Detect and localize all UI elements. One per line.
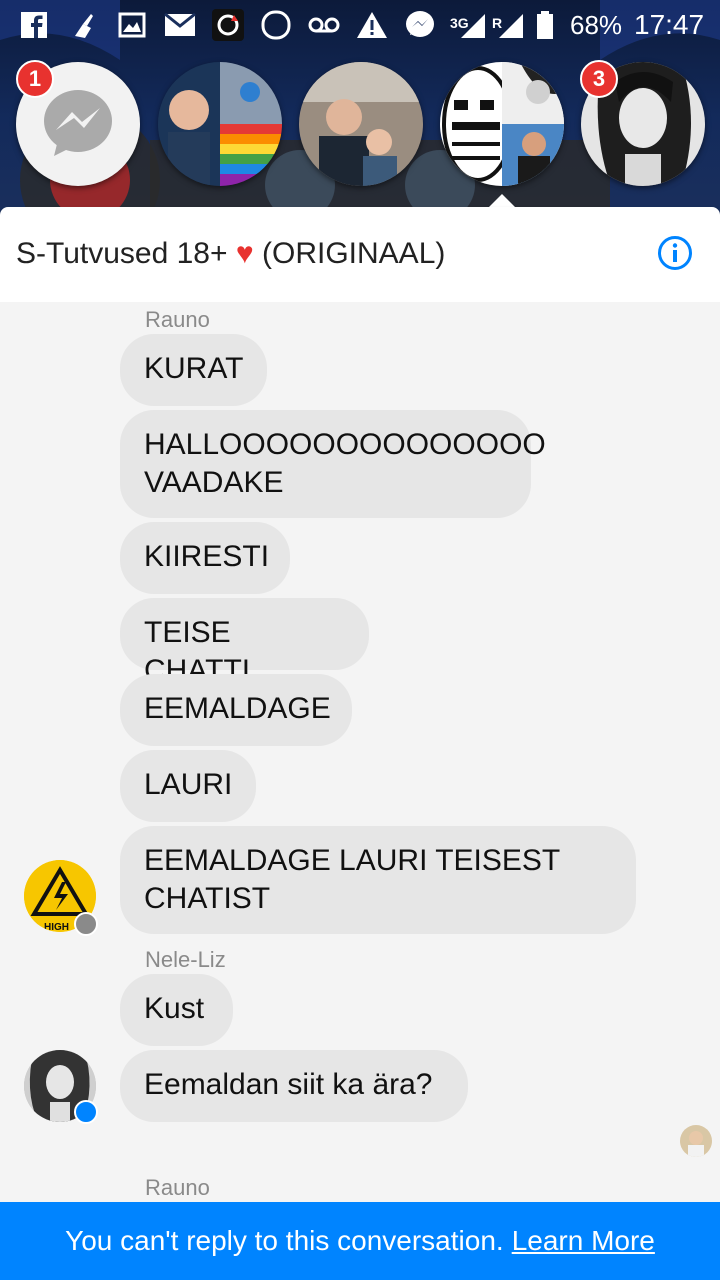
message-bubble[interactable]: EEMALDAGE bbox=[120, 674, 352, 746]
cleaner-icon bbox=[68, 10, 100, 40]
message-bubble[interactable]: HALLOOOOOOOOOOOOOO VAADAKE bbox=[120, 410, 546, 518]
group-avatar bbox=[299, 62, 423, 186]
cannot-reply-banner: You can't reply to this conversation. Le… bbox=[0, 1202, 720, 1280]
read-receipt-icon bbox=[680, 1125, 712, 1157]
chat-head-group-1[interactable] bbox=[158, 62, 282, 186]
heart-emoji: ♥ bbox=[235, 237, 254, 270]
message-bubble[interactable]: KURAT bbox=[120, 334, 267, 406]
message-bubble[interactable]: LAURI bbox=[120, 750, 256, 822]
messenger-icon bbox=[404, 10, 436, 40]
battery-icon bbox=[534, 10, 556, 40]
group-avatar bbox=[440, 62, 564, 186]
sync-icon bbox=[212, 9, 244, 41]
banner-text: You can't reply to this conversation. bbox=[65, 1225, 504, 1256]
warning-icon bbox=[356, 10, 388, 40]
info-icon[interactable] bbox=[657, 235, 693, 271]
facebook-badge-icon bbox=[74, 912, 98, 936]
chat-head-group-2[interactable] bbox=[299, 62, 423, 186]
sender-name: Rauno bbox=[145, 1175, 210, 1200]
group-avatar bbox=[158, 62, 282, 186]
unread-badge: 1 bbox=[16, 60, 54, 98]
message-bubble[interactable]: TEISE CHATTI bbox=[120, 598, 369, 687]
message-bubble[interactable]: EEMALDAGE LAURI TEISEST CHATIST bbox=[120, 826, 636, 934]
sender-name: Rauno bbox=[145, 307, 210, 332]
mail-icon bbox=[164, 10, 196, 40]
battery-level: 68% bbox=[570, 10, 623, 40]
learn-more-link[interactable]: Learn More bbox=[512, 1225, 655, 1257]
conversation-header: S-Tutvused 18+ ♥ (ORIGINAAL) bbox=[0, 207, 720, 302]
image-icon bbox=[116, 10, 148, 40]
signal-icon bbox=[494, 10, 526, 40]
circle-icon bbox=[260, 10, 292, 40]
facebook-icon bbox=[18, 10, 50, 40]
title-suffix: (ORIGINAAL) bbox=[262, 237, 446, 270]
messenger-icon bbox=[44, 90, 112, 156]
chat-heads: 1 3 bbox=[0, 60, 720, 192]
message-bubble[interactable]: Eemaldan siit ka ära? bbox=[120, 1050, 468, 1122]
conversation-title[interactable]: S-Tutvused 18+ ♥ (ORIGINAAL) bbox=[16, 237, 445, 271]
status-bar: 3G R 68% 17:47 bbox=[0, 0, 720, 50]
network-3g-icon bbox=[456, 10, 488, 40]
chat-head-group-3[interactable] bbox=[440, 62, 564, 186]
unread-badge: 3 bbox=[580, 60, 618, 98]
message-list[interactable]: Rauno KURAT HALLOOOOOOOOOOOOOO VAADAKE K… bbox=[0, 302, 720, 1202]
sender-name: Nele-Liz bbox=[145, 947, 226, 972]
title-text: S-Tutvused 18+ bbox=[16, 237, 228, 270]
avatar-label: HIGH bbox=[44, 922, 69, 932]
selected-pointer bbox=[488, 194, 516, 208]
read-receipt-avatar bbox=[680, 1125, 712, 1157]
voicemail-icon bbox=[308, 10, 340, 40]
message-bubble[interactable]: Kust bbox=[120, 974, 233, 1046]
clock: 17:47 bbox=[634, 9, 705, 40]
messenger-badge-icon bbox=[74, 1100, 98, 1124]
message-bubble[interactable]: KIIRESTI bbox=[120, 522, 290, 594]
